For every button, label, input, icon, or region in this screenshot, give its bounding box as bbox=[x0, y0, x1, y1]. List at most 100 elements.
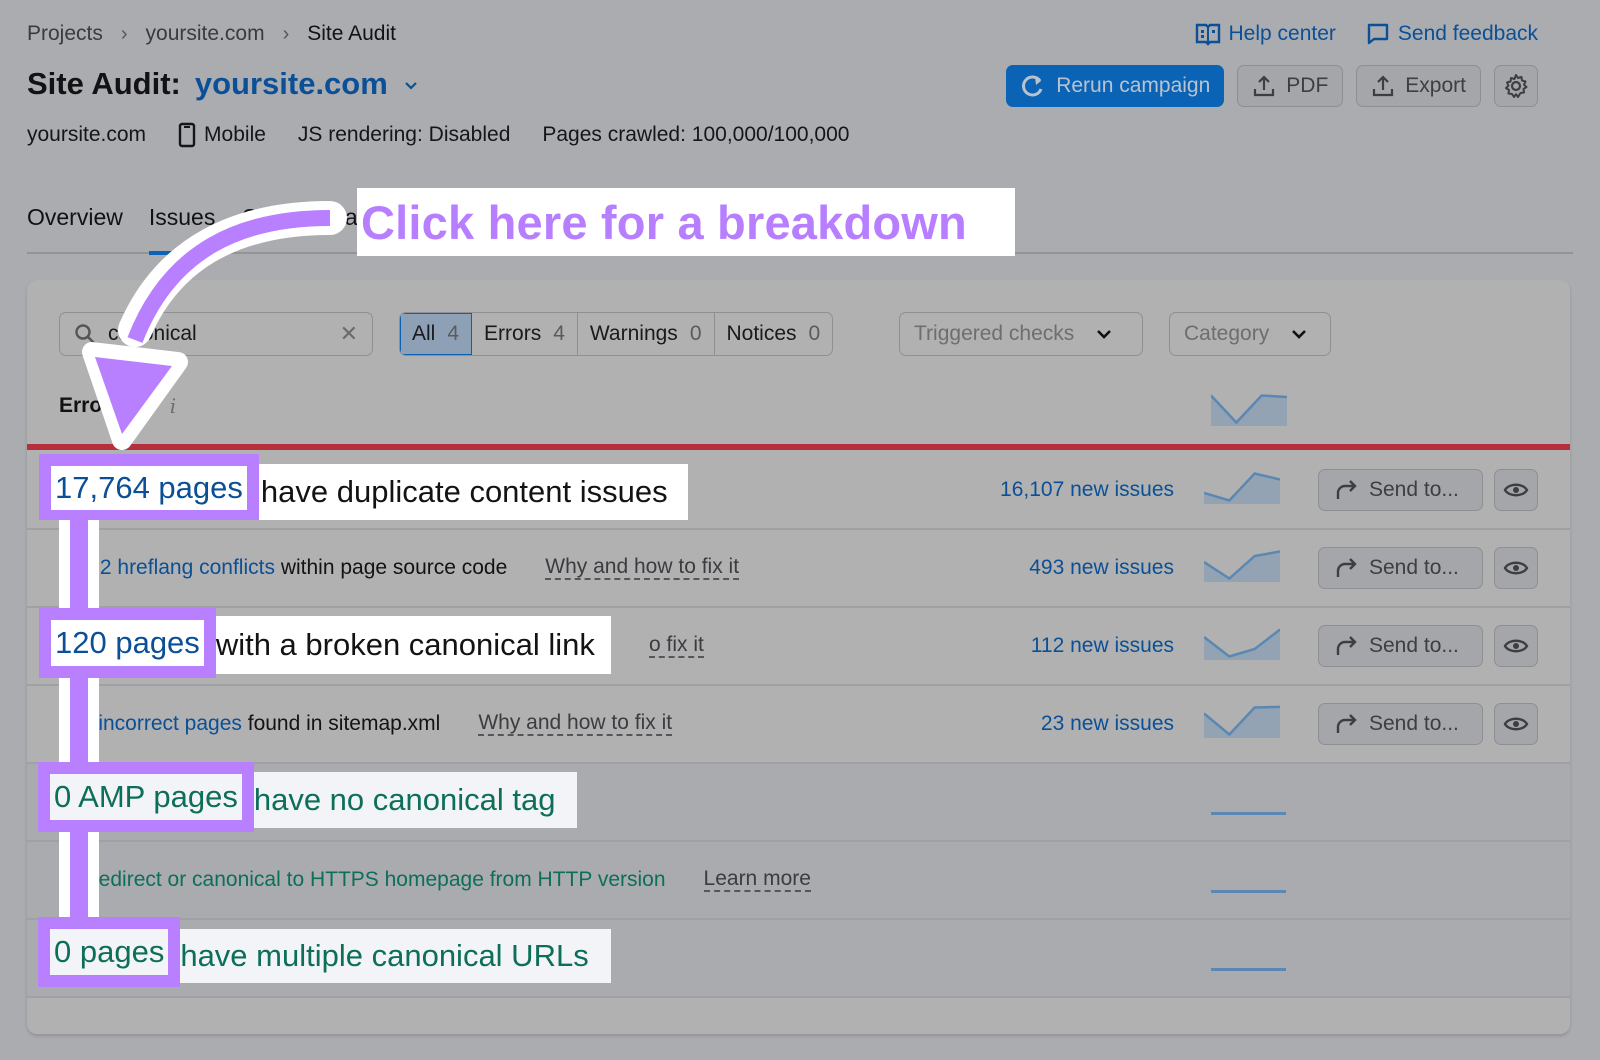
project-domain: yoursite.com bbox=[194, 66, 388, 101]
highlight-inner: 17,764 pages bbox=[51, 466, 247, 510]
issue-description: have no canonical tag bbox=[253, 782, 556, 817]
help-center-link[interactable]: Help center bbox=[1195, 22, 1336, 46]
filter-errors[interactable]: Errors 4 bbox=[472, 313, 578, 355]
share-arrow-icon bbox=[1336, 636, 1357, 655]
hide-issue-button[interactable] bbox=[1494, 547, 1538, 589]
trend-sparkline bbox=[1204, 550, 1280, 582]
filter-notices-label: Notices bbox=[726, 322, 797, 345]
triggered-checks-dropdown[interactable]: Triggered checks bbox=[899, 312, 1143, 356]
highlight-box: 0 pages bbox=[38, 917, 181, 987]
issue-description: have multiple canonical URLs bbox=[180, 938, 589, 973]
issue-row: 116 incorrect pages found in sitemap.xml… bbox=[27, 686, 1570, 764]
filter-errors-count: 4 bbox=[553, 322, 565, 345]
clear-search-icon[interactable]: ✕ bbox=[340, 321, 358, 347]
highlight-text: with a broken canonical link bbox=[215, 616, 611, 674]
breadcrumb-site[interactable]: yoursite.com bbox=[146, 22, 265, 46]
issue-count-link[interactable]: 0 AMP pages bbox=[54, 779, 238, 815]
issue-count-link[interactable]: 0 pages bbox=[54, 934, 164, 970]
filter-notices[interactable]: Notices 0 bbox=[715, 313, 833, 355]
send-to-button[interactable]: Send to... bbox=[1318, 547, 1483, 589]
breadcrumb-projects[interactable]: Projects bbox=[27, 22, 103, 46]
filter-warnings-count: 0 bbox=[689, 322, 702, 345]
highlight-text: have multiple canonical URLs bbox=[180, 929, 611, 983]
book-icon bbox=[1195, 23, 1220, 46]
chevron-down-icon bbox=[1292, 330, 1307, 339]
new-issues-link[interactable]: 23 new issues bbox=[1041, 686, 1174, 762]
highlight-inner: 0 AMP pages bbox=[50, 774, 242, 820]
search-value: canonical bbox=[108, 322, 197, 345]
help-center-label: Help center bbox=[1228, 22, 1336, 45]
tab-issues[interactable]: Issues bbox=[148, 200, 216, 255]
export-button[interactable]: Export bbox=[1356, 65, 1481, 107]
breadcrumb: Projects › yoursite.com › Site Audit bbox=[27, 22, 396, 46]
share-arrow-icon bbox=[1336, 480, 1357, 499]
highlight-row-5: 0 AMP pages have no canonical tag bbox=[38, 762, 578, 832]
why-fix-link[interactable]: Why and how to fix it bbox=[478, 712, 673, 736]
send-feedback-label: Send feedback bbox=[1397, 22, 1538, 45]
rerun-campaign-button[interactable]: Rerun campaign bbox=[1006, 65, 1225, 107]
trend-sparkline bbox=[1204, 628, 1280, 660]
share-arrow-icon bbox=[1336, 714, 1357, 733]
issue-description: have duplicate content issues bbox=[260, 474, 668, 509]
why-fix-link[interactable]: o fix it bbox=[649, 634, 704, 658]
new-issues-link[interactable]: 493 new issues bbox=[1029, 530, 1174, 606]
highlight-box: 120 pages bbox=[39, 608, 216, 678]
rerun-label: Rerun campaign bbox=[1056, 74, 1211, 97]
hide-issue-button[interactable] bbox=[1494, 625, 1538, 667]
why-fix-link[interactable]: Why and how to fix it bbox=[545, 556, 740, 580]
issue-description: within page source code bbox=[280, 556, 508, 579]
page-title: Site Audit: yoursite.com bbox=[27, 66, 418, 102]
errors-trend-sparkline bbox=[1211, 394, 1287, 426]
filter-errors-label: Errors bbox=[484, 322, 542, 345]
flat-trend-line bbox=[1211, 812, 1286, 815]
pdf-button[interactable]: PDF bbox=[1237, 65, 1344, 107]
send-to-button[interactable]: Send to... bbox=[1318, 625, 1483, 667]
tab-overview[interactable]: Overview bbox=[27, 200, 123, 252]
send-to-button[interactable]: Send to... bbox=[1318, 469, 1483, 511]
issue-description: found in sitemap.xml bbox=[247, 712, 441, 735]
category-label: Category bbox=[1184, 322, 1270, 345]
upload-icon bbox=[1254, 75, 1275, 97]
issue-description[interactable]: No redirect or canonical to HTTPS homepa… bbox=[59, 868, 666, 892]
hide-issue-button[interactable] bbox=[1494, 469, 1538, 511]
breadcrumb-current: Site Audit bbox=[307, 22, 396, 45]
chevron-down-icon[interactable] bbox=[404, 79, 418, 93]
filter-warnings[interactable]: Warnings 0 bbox=[578, 313, 715, 355]
highlight-inner: 120 pages bbox=[51, 620, 204, 666]
filter-all[interactable]: All 4 bbox=[400, 313, 473, 355]
title-label: Site Audit: bbox=[27, 66, 181, 101]
highlight-text: have duplicate content issues bbox=[258, 464, 688, 520]
category-dropdown[interactable]: Category bbox=[1169, 312, 1331, 356]
info-icon[interactable]: i bbox=[170, 394, 176, 418]
learn-more-link[interactable]: Learn more bbox=[703, 868, 811, 892]
settings-button[interactable] bbox=[1494, 65, 1538, 107]
send-to-label: Send to... bbox=[1369, 556, 1459, 579]
chevron-down-icon bbox=[1097, 330, 1112, 339]
send-to-label: Send to... bbox=[1369, 712, 1459, 735]
pdf-label: PDF bbox=[1286, 74, 1329, 97]
send-to-label: Send to... bbox=[1369, 478, 1459, 501]
chevron-right-icon: › bbox=[120, 22, 128, 45]
meta-device: Mobile bbox=[178, 122, 266, 148]
triggered-checks-label: Triggered checks bbox=[914, 322, 1075, 345]
eye-icon bbox=[1503, 717, 1529, 731]
errors-label: Errors bbox=[59, 394, 123, 417]
highlight-row-3: 120 pages with a broken canonical link bbox=[39, 608, 611, 678]
send-to-button[interactable]: Send to... bbox=[1318, 703, 1483, 745]
send-feedback-link[interactable]: Send feedback bbox=[1366, 22, 1538, 46]
filter-all-count: 4 bbox=[447, 322, 460, 345]
new-issues-link[interactable]: 112 new issues bbox=[1031, 608, 1174, 684]
flat-trend-line bbox=[1211, 968, 1286, 971]
chevron-right-icon: › bbox=[282, 22, 290, 45]
highlight-row-1: 17,764 pages have duplicate content issu… bbox=[39, 454, 688, 520]
issue-row: No redirect or canonical to HTTPS homepa… bbox=[27, 842, 1570, 920]
eye-icon bbox=[1503, 483, 1529, 497]
issue-count-link[interactable]: 120 pages bbox=[55, 625, 200, 661]
hide-issue-button[interactable] bbox=[1494, 703, 1538, 745]
trend-sparkline bbox=[1204, 472, 1280, 504]
project-selector[interactable]: yoursite.com bbox=[195, 66, 388, 102]
search-input[interactable]: canonical ✕ bbox=[59, 312, 373, 356]
search-icon bbox=[75, 324, 95, 344]
new-issues-link[interactable]: 16,107 new issues bbox=[1000, 452, 1174, 528]
issue-count-link[interactable]: 17,764 pages bbox=[55, 470, 243, 506]
